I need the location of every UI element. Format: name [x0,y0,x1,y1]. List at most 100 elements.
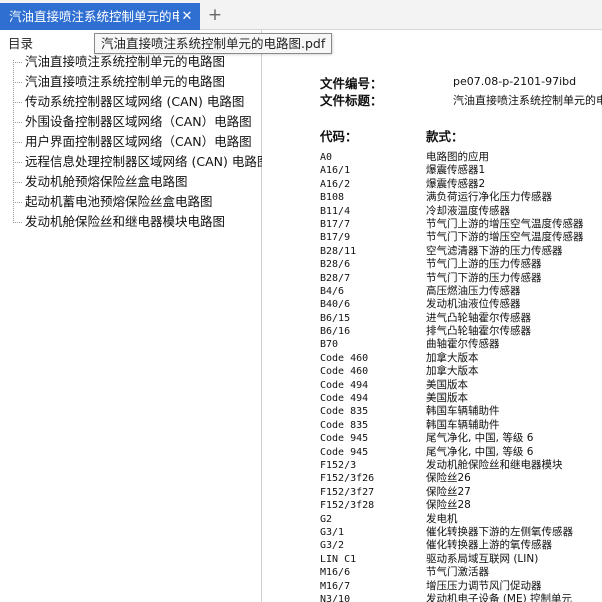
close-icon[interactable]: ✕ [180,3,194,30]
row-code: A16/2 [320,178,351,190]
row-description: 电路图的应用 [426,151,489,163]
table-row: M16/6 节气门激活器 [320,566,602,579]
row-description: 尾气净化, 中国, 等级 6 [426,432,534,445]
table-row: LIN C1 驱动系局域互联网 (LIN) [320,553,602,566]
table-row: Code 835 韩国车辆辅助件 [320,419,602,432]
row-description: 韩国车辆辅助件 [426,418,500,431]
plus-icon[interactable]: + [206,4,224,26]
row-code: F152/3f27 [320,486,375,498]
row-code: G2 [320,513,333,525]
row-code: Code 945 [320,433,369,445]
row-code: Code 460 [320,352,369,364]
table-row: B6/16 排气凸轮轴霍尔传感器 [320,325,602,338]
table-row: B4/6 高压燃油压力传感器 [320,285,602,298]
tab-active-document[interactable]: 汽油直接喷注系统控制单元的电路图.pdf ✕ [0,3,200,30]
row-code: G3/2 [320,540,345,552]
row-description: 驱动系局域互联网 (LIN) [426,552,539,565]
toc-item[interactable]: 传动系统控制器区域网络 (CAN) 电路图 [0,92,262,112]
row-code: B17/9 [320,232,351,244]
toc-item[interactable]: 起动机蓄电池预熔保险丝盒电路图 [0,192,262,212]
table-row: Code 494 美国版本 [320,392,602,405]
table-row: G3/1 催化转换器下游的左侧氧传感器 [320,526,602,539]
row-code: B11/4 [320,205,351,217]
doc-number-value: pe07.08-p-2101-97ibd [453,75,577,88]
row-code: A16/1 [320,165,351,177]
table-row: B108 满负荷运行净化压力传感器 [320,191,602,204]
row-code: B108 [320,192,345,204]
document-page: 文件编号： pe07.08-p-2101-97ibd 文件标题： 汽油直接喷注系… [263,30,602,602]
row-description: 排气凸轮轴霍尔传感器 [426,325,531,338]
toc-item[interactable]: 发动机舱保险丝和继电器模块电路图 [0,212,262,232]
row-code: B40/6 [320,299,351,311]
row-description: 发动机电子设备 (ME) 控制单元 [426,592,573,602]
table-row: G3/2 催化转换器上游的氧传感器 [320,539,602,552]
toc-item[interactable]: 远程信息处理控制器区域网络 (CAN) 电路图 [0,152,262,172]
row-description: 节气门下游的增压空气温度传感器 [426,231,584,244]
row-description: 高压燃油压力传感器 [426,284,521,297]
table-row: B28/11 空气滤清器下游的压力传感器 [320,245,602,258]
row-description: 满负荷运行净化压力传感器 [426,191,552,204]
row-code: B70 [320,339,339,351]
row-code: Code 945 [320,446,369,458]
code-column-header: 代码： [320,129,358,144]
table-row: A0 电路图的应用 [320,151,602,164]
table-row: B28/6 节气门上游的压力传感器 [320,258,602,271]
row-description: 发动机油液位传感器 [426,298,521,311]
row-code: F152/3f28 [320,500,375,512]
doc-title-label: 文件标题： [320,93,383,108]
row-code: Code 835 [320,419,369,431]
row-description: 节气门激活器 [426,566,489,579]
table-row: B6/15 进气凸轮轴霍尔传感器 [320,312,602,325]
toc-tree: 汽油直接喷注系统控制单元的电路图 汽油直接喷注系统控制单元的电路图 传动系统控制… [0,52,262,232]
table-row: G2 发电机 [320,513,602,526]
row-code: B28/7 [320,272,351,284]
row-description: 保险丝28 [426,499,471,512]
toc-title: 目录 [8,36,34,51]
row-description: 发电机 [426,512,458,525]
row-description: 空气滤清器下游的压力传感器 [426,244,563,257]
toc-item[interactable]: 外围设备控制器区域网络（CAN）电路图 [0,112,262,132]
row-description: 催化转换器下游的左侧氧传感器 [426,525,573,538]
row-description: 美国版本 [426,392,468,405]
row-description: 爆震传感器1 [426,164,486,177]
row-code: B6/16 [320,326,351,338]
row-code: B17/7 [320,218,351,230]
toc-sidebar: 目录 汽油直接喷注系统控制单元的电路图 汽油直接喷注系统控制单元的电路图 传动系… [0,30,262,602]
row-description: 韩国车辆辅助件 [426,405,500,418]
row-description: 尾气净化, 中国, 等级 6 [426,445,534,458]
row-description: 美国版本 [426,378,468,391]
table-row: Code 945 尾气净化, 中国, 等级 6 [320,432,602,445]
doc-title-value: 汽油直接喷注系统控制单元的电 [453,94,602,107]
toc-item[interactable]: 汽油直接喷注系统控制单元的电路图 [0,72,262,92]
toc-item[interactable]: 用户界面控制器区域网络（CAN）电路图 [0,132,262,152]
row-description: 曲轴霍尔传感器 [426,338,500,351]
row-code: Code 494 [320,393,369,405]
row-description: 进气凸轮轴霍尔传感器 [426,311,531,324]
table-row: Code 494 美国版本 [320,379,602,392]
code-table: A0 电路图的应用 A16/1 爆震传感器1 A16/2 爆震传感器2 B108 满负荷运行净… [320,151,602,602]
desc-column-header: 款式： [426,129,464,144]
row-code: Code 494 [320,379,369,391]
row-code: B28/6 [320,259,351,271]
table-row: A16/2 爆震传感器2 [320,178,602,191]
row-code: N3/10 [320,593,351,602]
row-description: 冷却液温度传感器 [426,204,510,217]
table-row: F152/3f27 保险丝27 [320,486,602,499]
row-code: B28/11 [320,245,357,257]
toc-item[interactable]: 汽油直接喷注系统控制单元的电路图 [0,52,262,72]
table-row: F152/3f26 保险丝26 [320,472,602,485]
row-description: 节气门上游的压力传感器 [426,258,542,271]
table-row: A16/1 爆震传感器1 [320,164,602,177]
table-row: M16/7 增压压力调节风门促动器 [320,580,602,593]
row-code: M16/6 [320,567,351,579]
row-code: Code 460 [320,366,369,378]
tab-bar: 汽油直接喷注系统控制单元的电路图.pdf ✕ + [0,0,602,30]
row-code: M16/7 [320,580,351,592]
row-description: 增压压力调节风门促动器 [426,579,542,592]
table-row: Code 835 韩国车辆辅助件 [320,405,602,418]
row-description: 爆震传感器2 [426,177,486,190]
toc-item[interactable]: 发动机舱预熔保险丝盒电路图 [0,172,262,192]
row-code: B4/6 [320,285,345,297]
row-code: F152/3 [320,459,357,471]
table-row: B40/6 发动机油液位传感器 [320,298,602,311]
